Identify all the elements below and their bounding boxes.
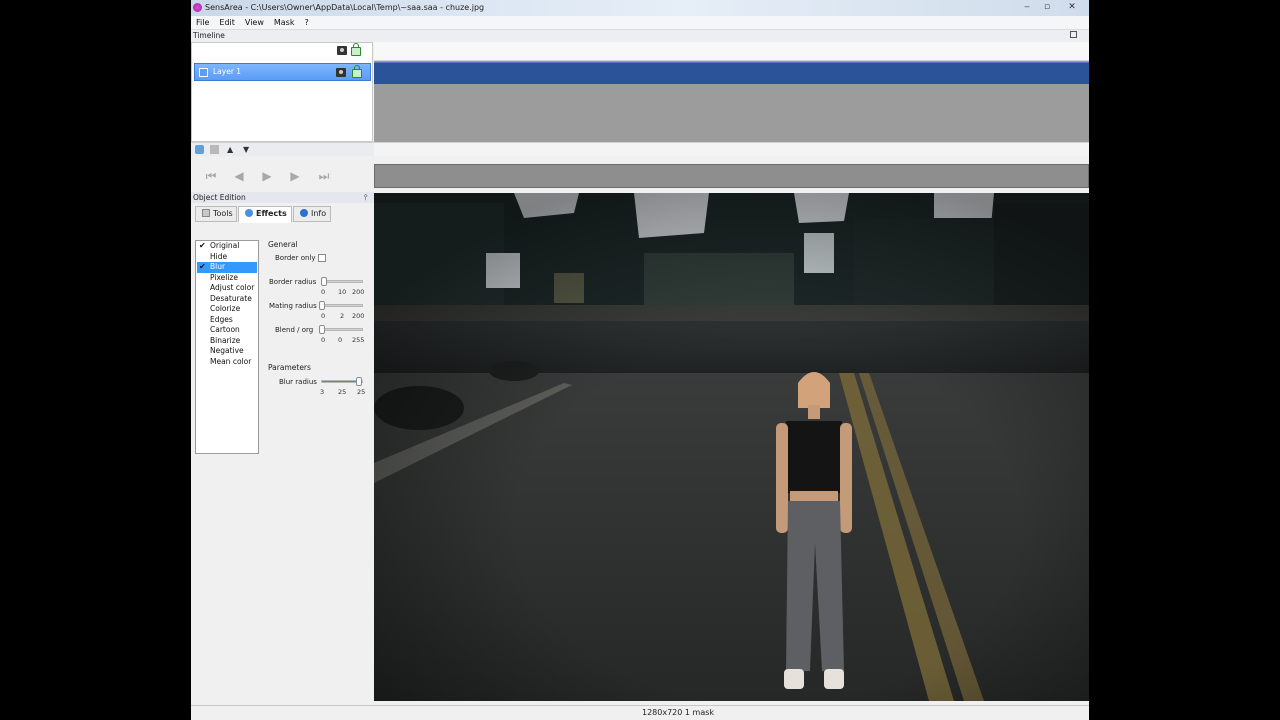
layer-lock-icon[interactable]	[352, 65, 362, 78]
minimize-button[interactable]: ‒	[1017, 1, 1037, 14]
prev-frame-button[interactable]: ◀	[229, 168, 249, 185]
border-radius-min: 0	[321, 288, 326, 296]
status-text: 1280x720 1 mask	[642, 708, 715, 717]
menu-file[interactable]: File	[191, 16, 214, 29]
camera-icon[interactable]	[337, 46, 347, 55]
effect-desaturate[interactable]: Desaturate	[196, 294, 258, 305]
layer-panel: Layer 1	[191, 42, 373, 142]
layer-name: Layer 1	[213, 67, 242, 76]
status-bar: 1280x720 1 mask	[191, 705, 1089, 720]
tab-effects[interactable]: Effects	[238, 206, 292, 223]
layer-visibility-icon[interactable]	[336, 68, 346, 77]
next-frame-button[interactable]: ▶	[285, 168, 305, 185]
layer-icon[interactable]	[210, 145, 219, 154]
menu-edit[interactable]: Edit	[214, 16, 240, 29]
border-only-checkbox[interactable]	[318, 254, 326, 262]
border-radius-max: 200	[352, 288, 365, 296]
tools-icon	[202, 209, 210, 217]
mating-radius-min: 0	[321, 312, 326, 320]
blend-org-label: Blend / org	[275, 326, 314, 334]
object-edition-header: Object Edition ⫯	[191, 192, 374, 203]
check-icon[interactable]: ✔	[199, 241, 206, 252]
first-frame-button[interactable]: ⏮	[201, 168, 221, 185]
general-section-title: General	[268, 240, 298, 249]
effect-original[interactable]: ✔ Original	[196, 241, 258, 252]
layer-color-swatch	[199, 68, 208, 77]
effect-adjust-color[interactable]: Adjust color	[196, 283, 258, 294]
pin-icon[interactable]: ⫯	[364, 193, 367, 203]
blur-radius-max: 25	[357, 388, 366, 396]
blur-radius-thumb[interactable]	[356, 377, 362, 386]
effect-edges[interactable]: Edges	[196, 315, 258, 326]
border-radius-slider[interactable]	[321, 280, 363, 283]
check-icon[interactable]: ✔	[199, 262, 206, 273]
mating-radius-slider[interactable]	[321, 304, 363, 307]
transport-controls: ⏮ ◀ ▶ ▶ ⏭	[191, 162, 374, 190]
window-title: SensArea - C:\Users\Owner\AppData\Local\…	[205, 3, 485, 12]
mating-radius-value: 2	[340, 312, 345, 320]
title-bar: SensArea - C:\Users\Owner\AppData\Local\…	[191, 0, 1089, 16]
effect-colorize[interactable]: Colorize	[196, 304, 258, 315]
menu-help[interactable]: ?	[299, 16, 313, 29]
border-radius-label: Border radius	[269, 278, 317, 286]
frame-scrubber[interactable]	[374, 164, 1089, 188]
blend-org-max: 255	[352, 336, 365, 344]
play-button[interactable]: ▶	[257, 168, 277, 185]
blend-org-slider[interactable]	[321, 328, 363, 331]
menu-bar: File Edit View Mask?	[191, 16, 1089, 30]
close-button[interactable]: ✕	[1059, 1, 1085, 14]
blend-org-thumb[interactable]	[319, 325, 325, 334]
timeline-layer-bar[interactable]	[374, 62, 1089, 84]
paint-icon[interactable]	[195, 145, 204, 154]
timeline-track[interactable]	[374, 42, 1089, 142]
app-logo-icon	[193, 3, 202, 12]
blur-radius-min: 3	[320, 388, 325, 396]
menu-view[interactable]: View	[240, 16, 269, 29]
lock-icon[interactable]	[351, 43, 361, 56]
parameters-section-title: Parameters	[268, 363, 311, 372]
mating-radius-thumb[interactable]	[319, 301, 325, 310]
effects-list: ✔ Original Hide ✔ Blur Pixelize Adjust col…	[195, 240, 259, 454]
image-viewport[interactable]	[374, 193, 1089, 701]
effect-binarize[interactable]: Binarize	[196, 336, 258, 347]
blend-org-value: 0	[338, 336, 343, 344]
timeline-header: Timeline	[191, 30, 1089, 42]
menu-mask[interactable]: Mask	[269, 16, 300, 29]
effect-blur[interactable]: ✔ Blur	[197, 262, 257, 273]
restore-icon[interactable]	[1070, 31, 1077, 38]
effect-pixelize[interactable]: Pixelize	[196, 273, 258, 284]
border-radius-thumb[interactable]	[321, 277, 327, 286]
effect-hide[interactable]: Hide	[196, 252, 258, 263]
move-up-icon[interactable]: ▲	[227, 145, 233, 154]
effect-cartoon[interactable]: Cartoon	[196, 325, 258, 336]
object-edition-title: Object Edition	[193, 193, 246, 202]
info-icon	[300, 209, 308, 217]
effects-icon	[245, 209, 253, 217]
move-down-icon[interactable]: ▼	[243, 145, 249, 154]
border-only-label: Border only	[275, 254, 316, 262]
layer-row[interactable]: Layer 1	[194, 63, 371, 81]
tab-info[interactable]: Info	[293, 206, 331, 222]
effect-negative[interactable]: Negative	[196, 346, 258, 357]
app-window: SensArea - C:\Users\Owner\AppData\Local\…	[191, 0, 1089, 720]
timeline-title: Timeline	[193, 31, 225, 40]
blur-radius-label: Blur radius	[279, 378, 317, 386]
effect-mean-color[interactable]: Mean color	[196, 357, 258, 368]
timeline-ruler[interactable]	[374, 42, 1089, 61]
last-frame-button[interactable]: ⏭	[314, 168, 334, 185]
maximize-button[interactable]: ▫	[1037, 1, 1057, 14]
timeline-scrollbar[interactable]	[374, 142, 1089, 156]
mating-radius-label: Mating radius	[269, 302, 317, 310]
blend-org-min: 0	[321, 336, 326, 344]
tab-tools[interactable]: Tools	[195, 206, 237, 222]
border-radius-value: 10	[338, 288, 347, 296]
layer-toolbar: ▲ ▼	[191, 142, 374, 156]
blur-radius-value: 25	[338, 388, 347, 396]
mating-radius-max: 200	[352, 312, 365, 320]
scene-image	[374, 193, 1089, 701]
effect-parameters: General Border only Border radius 0 10 2…	[265, 238, 373, 408]
